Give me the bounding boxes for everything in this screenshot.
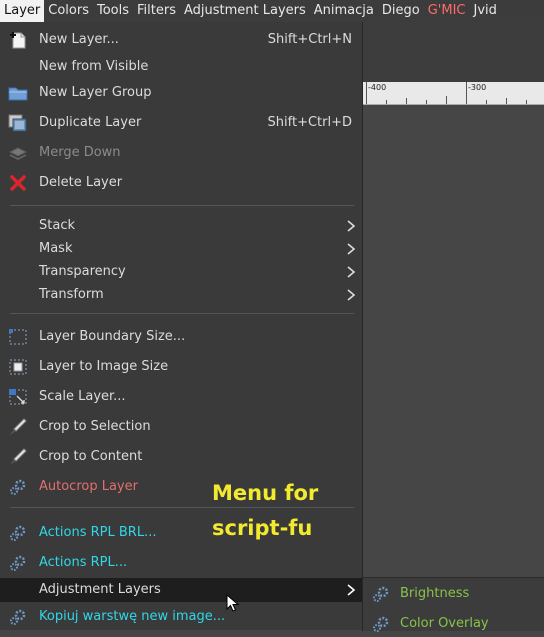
- kopiuj-warstwe-item[interactable]: Kopiuj warstwę new image...: [0, 605, 362, 629]
- gear-icon: [371, 585, 391, 603]
- menu-tools[interactable]: Tools: [93, 0, 133, 22]
- menu-gmic[interactable]: G'MIC: [424, 0, 470, 22]
- stack-item[interactable]: Stack: [0, 214, 362, 238]
- layer-to-image-size-item[interactable]: Layer to Image Size: [0, 355, 362, 379]
- gear-icon: [371, 615, 391, 633]
- canvas-area: -400 -300: [362, 22, 544, 630]
- menu-filters[interactable]: Filters: [133, 0, 180, 22]
- scale-icon: [8, 388, 28, 406]
- menubar: Layer Colors Tools Filters Adjustment La…: [0, 0, 544, 22]
- actions-rpl-item[interactable]: Actions RPL...: [0, 551, 362, 575]
- new-from-visible-item[interactable]: New from Visible: [0, 55, 362, 79]
- new-from-visible-label: New from Visible: [39, 59, 149, 74]
- menu-colors[interactable]: Colors: [44, 0, 93, 22]
- duplicate-layer-item[interactable]: Duplicate Layer Shift+Ctrl+D: [0, 111, 362, 135]
- mouse-cursor-icon: [226, 593, 240, 614]
- ruler-tick: [426, 100, 427, 104]
- folder-icon: [8, 84, 28, 102]
- duplicate-layer-label: Duplicate Layer: [39, 115, 142, 130]
- chevron-right-icon: [346, 242, 356, 256]
- ruler-label: -400: [368, 83, 387, 92]
- menu-jvid[interactable]: Jvid: [469, 0, 500, 22]
- delete-layer-label: Delete Layer: [39, 175, 123, 190]
- ruler-tick: [506, 98, 507, 104]
- ruler-tick: [386, 100, 387, 104]
- crop-to-content-label: Crop to Content: [39, 449, 143, 464]
- mask-label: Mask: [39, 241, 73, 256]
- delete-icon: [8, 174, 28, 192]
- transparency-item[interactable]: Transparency: [0, 260, 362, 284]
- scale-layer-item[interactable]: Scale Layer...: [0, 385, 362, 409]
- new-layer-item[interactable]: New Layer... Shift+Ctrl+N: [0, 28, 362, 52]
- annotation-line-1: Menu for: [212, 481, 319, 505]
- delete-layer-item[interactable]: Delete Layer: [0, 171, 362, 195]
- actions-rpl-brl-label: Actions RPL BRL...: [39, 525, 157, 540]
- new-layer-group-item[interactable]: New Layer Group: [0, 81, 362, 105]
- gear-icon: [8, 524, 28, 542]
- gear-icon: [8, 608, 28, 626]
- brightness-item[interactable]: Brightness: [363, 582, 544, 606]
- duplicate-layer-shortcut: Shift+Ctrl+D: [267, 115, 352, 130]
- annotation-line-2: script-fu: [212, 516, 313, 540]
- chevron-right-icon: [346, 583, 356, 597]
- gear-icon: [8, 554, 28, 572]
- kopiuj-warstwe-label: Kopiuj warstwę new image...: [39, 609, 226, 624]
- ruler-tick: [526, 100, 527, 104]
- knife-icon: [8, 418, 28, 436]
- menu-diego[interactable]: Diego: [378, 0, 424, 22]
- crop-to-selection-item[interactable]: Crop to Selection: [0, 415, 362, 439]
- ruler-tick: [366, 82, 367, 104]
- new-layer-label: New Layer...: [39, 32, 119, 47]
- toolbar-strip: [362, 22, 544, 82]
- ruler-tick: [406, 98, 407, 104]
- new-layer-icon: [8, 31, 28, 49]
- menu-adjustment-layers[interactable]: Adjustment Layers: [180, 0, 310, 22]
- color-overlay-item[interactable]: Color Overlay: [363, 612, 544, 636]
- duplicate-icon: [8, 114, 28, 132]
- annotation-text: Menu for script-fu: [212, 476, 318, 546]
- horizontal-ruler[interactable]: -400 -300: [362, 82, 544, 105]
- transparency-label: Transparency: [39, 264, 126, 279]
- autocrop-layer-label: Autocrop Layer: [39, 479, 138, 494]
- menu-animacja[interactable]: Animacja: [310, 0, 378, 22]
- adjustment-layers-item[interactable]: Adjustment Layers: [0, 578, 362, 602]
- crop-to-content-item[interactable]: Crop to Content: [0, 445, 362, 469]
- merge-down-icon: [8, 144, 28, 162]
- layer-to-image-icon: [8, 358, 28, 376]
- adjustment-layers-submenu: Brightness Color Overlay: [362, 577, 544, 632]
- merge-down-label: Merge Down: [39, 145, 121, 160]
- layer-boundary-icon: [8, 328, 28, 346]
- new-layer-shortcut: Shift+Ctrl+N: [267, 32, 352, 47]
- menu-layer[interactable]: Layer: [0, 0, 45, 22]
- ruler-tick: [466, 82, 467, 104]
- stack-label: Stack: [39, 218, 75, 233]
- layer-boundary-size-label: Layer Boundary Size...: [39, 329, 186, 344]
- transform-item[interactable]: Transform: [0, 283, 362, 307]
- brightness-label: Brightness: [400, 586, 470, 601]
- merge-down-item: Merge Down: [0, 141, 362, 165]
- actions-rpl-label: Actions RPL...: [39, 555, 128, 570]
- chevron-right-icon: [346, 265, 356, 279]
- new-layer-group-label: New Layer Group: [39, 85, 152, 100]
- ruler-label: -300: [468, 83, 487, 92]
- chevron-right-icon: [346, 288, 356, 302]
- menu-separator: [10, 313, 354, 314]
- mask-item[interactable]: Mask: [0, 237, 362, 261]
- chevron-right-icon: [346, 219, 356, 233]
- menu-separator: [10, 205, 354, 206]
- layer-to-image-size-label: Layer to Image Size: [39, 359, 169, 374]
- ruler-tick: [446, 96, 447, 104]
- gear-icon: [8, 478, 28, 496]
- transform-label: Transform: [39, 287, 104, 302]
- color-overlay-label: Color Overlay: [400, 616, 489, 631]
- crop-to-selection-label: Crop to Selection: [39, 419, 151, 434]
- ruler-tick: [486, 100, 487, 104]
- adjustment-layers-label: Adjustment Layers: [39, 582, 161, 597]
- knife-icon: [8, 448, 28, 466]
- scale-layer-label: Scale Layer...: [39, 389, 126, 404]
- layer-boundary-size-item[interactable]: Layer Boundary Size...: [0, 325, 362, 349]
